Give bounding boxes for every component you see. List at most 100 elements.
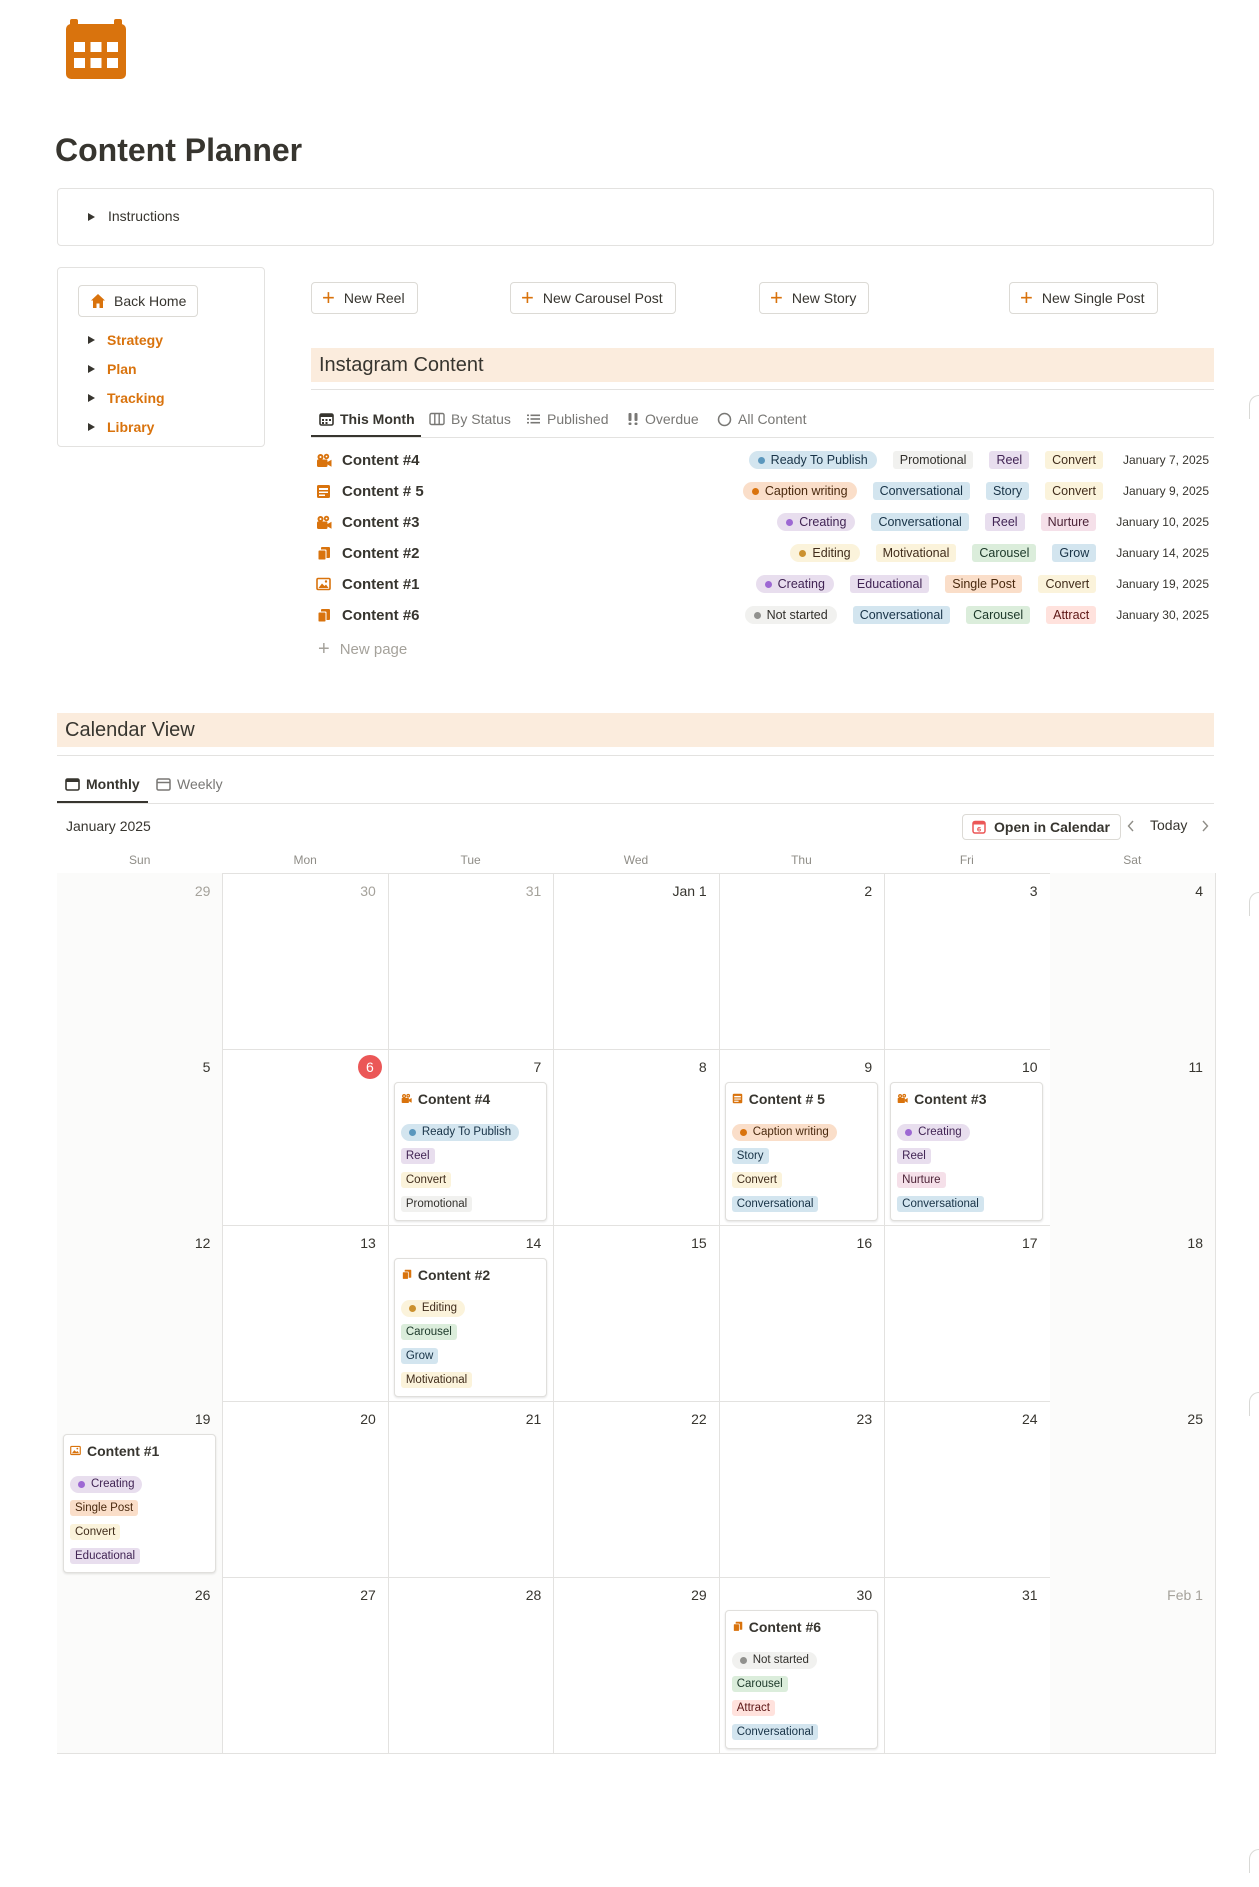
today-button[interactable]: Today (1150, 817, 1187, 833)
calendar-day-cell[interactable]: 14 Content #2 Editing Carousel Grow Motivatio… (387, 1225, 555, 1402)
story-icon (732, 1091, 749, 1107)
tab-by-status[interactable]: By Status (429, 409, 511, 429)
tag-chip: Single Post (945, 575, 1023, 593)
instructions-toggle[interactable]: Instructions (57, 188, 1214, 246)
open-in-calendar-button[interactable]: 6 Open in Calendar (962, 814, 1121, 840)
calendar-day-cell[interactable]: 22 (553, 1401, 720, 1578)
calendar-day-cell[interactable]: 31 (884, 1577, 1051, 1754)
calendar-day-cell[interactable]: Jan 1 (553, 873, 720, 1050)
tab-published[interactable]: Published (526, 409, 609, 429)
event-card[interactable]: Content # 5 Caption writing Story Convert Co… (724, 1082, 878, 1221)
new-reel-button[interactable]: + New Reel (311, 282, 418, 314)
event-tag-line: Promotional (400, 1192, 540, 1216)
status-dot (757, 456, 765, 464)
calendar-day-cell[interactable]: 7 Content #4 Ready To Publish Reel Convert Pr… (387, 1049, 555, 1226)
page-icon-calendar[interactable] (64, 18, 128, 80)
calendar-day-cell[interactable]: 5 (57, 1049, 224, 1226)
table-row[interactable]: Content #4 Ready To Publish Promotional Ree… (316, 446, 1209, 476)
prev-month-button[interactable] (1124, 817, 1138, 835)
calendar-day-cell[interactable]: 30 (222, 873, 389, 1050)
event-card[interactable]: Content #1 Creating Single Post Convert Educ… (63, 1434, 216, 1573)
divider (311, 389, 1214, 390)
tab-weekly[interactable]: Weekly (156, 774, 223, 794)
status-dot (905, 1128, 913, 1136)
calendar-day-cell[interactable]: 24 (884, 1401, 1051, 1578)
calendar-day-cell[interactable]: 4 (1049, 873, 1216, 1050)
day-number: 7 (533, 1059, 542, 1075)
table-row[interactable]: Content #2 Editing Motivational Carousel Gro… (316, 539, 1209, 569)
calendar-day-cell[interactable]: 26 (57, 1577, 224, 1754)
calendar-day-cell[interactable]: 6 (222, 1049, 389, 1226)
calendar-day-cell[interactable]: 31 (387, 873, 555, 1050)
content-name: Content #6 (342, 607, 420, 624)
event-tag-line: Convert (400, 1168, 540, 1192)
tab-overdue[interactable]: Overdue (627, 409, 699, 429)
tag-chip: Carousel (731, 1676, 788, 1692)
tag-chip: Educational (849, 575, 930, 593)
table-row[interactable]: Content # 5 Caption writing Conversational… (316, 477, 1209, 507)
table-row[interactable]: Content #3 Creating Conversational Reel Nurt… (316, 508, 1209, 538)
row-properties: Creating Educational Single Post Convert Jan… (755, 575, 1209, 593)
sidebar-item-strategy[interactable]: Strategy (88, 332, 163, 348)
event-card[interactable]: Content #2 Editing Carousel Grow Motivationa… (393, 1258, 547, 1397)
calendar-day-cell[interactable]: 18 (1049, 1225, 1216, 1402)
day-number: Jan 1 (672, 883, 707, 899)
status-badge: Creating (755, 575, 834, 593)
calendar-day-cell[interactable]: 3 (884, 873, 1051, 1050)
sidebar-item-plan[interactable]: Plan (88, 361, 137, 377)
calendar-day-cell[interactable]: 19 Content #1 Creating Single Post Convert Ed… (57, 1401, 224, 1578)
back-home-button[interactable]: Back Home (78, 285, 198, 317)
calendar-day-cell[interactable]: 12 (57, 1225, 224, 1402)
calendar-day-cell[interactable]: 2 (718, 873, 886, 1050)
tab-monthly[interactable]: Monthly (65, 774, 140, 794)
new-carousel-post-button[interactable]: + New Carousel Post (510, 282, 676, 314)
calendar-day-cell[interactable]: 29 (57, 873, 224, 1050)
calendar-day-cell[interactable]: 20 (222, 1401, 389, 1578)
calendar-day-cell[interactable]: 29 (553, 1577, 720, 1754)
calendar-day-cell[interactable]: 9 Content # 5 Caption writing Story Convert C… (718, 1049, 886, 1226)
calendar-day-cell[interactable]: 8 (553, 1049, 720, 1226)
sidebar-item-library[interactable]: Library (88, 419, 154, 435)
divider (57, 755, 1214, 756)
calendar-day-cell[interactable]: 30 Content #6 Not started Carousel Attract Co… (718, 1577, 886, 1754)
plus-icon: + (1020, 285, 1033, 310)
calendar-day-cell[interactable]: 13 (222, 1225, 389, 1402)
table-row[interactable]: Content #6 Not started Conversational Carou… (316, 601, 1209, 631)
tab-this-month[interactable]: This Month (319, 409, 415, 429)
event-card[interactable]: Content #6 Not started Carousel Attract Conv… (724, 1610, 878, 1749)
sidebar-nav: Back Home Strategy Plan Tracking Library (57, 267, 265, 447)
tab-label: This Month (340, 411, 415, 427)
chevron-right-icon (1202, 820, 1209, 832)
event-status-line: Editing (400, 1296, 540, 1320)
event-tag-line: Convert (731, 1168, 871, 1192)
table-row[interactable]: Content #1 Creating Educational Single Post… (316, 570, 1209, 600)
calendar-day-cell[interactable]: 10 Content #3 Creating Reel Nurture Conversat… (884, 1049, 1051, 1226)
calendar-day-cell[interactable]: 17 (884, 1225, 1051, 1402)
new-story-button[interactable]: + New Story (759, 282, 870, 314)
calendar-day-cell[interactable]: 21 (387, 1401, 555, 1578)
row-properties: Editing Motivational Carousel Grow January 1… (790, 544, 1209, 562)
sidebar-item-tracking[interactable]: Tracking (88, 390, 165, 406)
calendar-day-cell[interactable]: 15 (553, 1225, 720, 1402)
next-month-button[interactable] (1198, 817, 1212, 835)
day-number: 22 (691, 1411, 707, 1427)
day-number: 19 (194, 1411, 211, 1427)
calendar-day-cell[interactable]: 27 (222, 1577, 389, 1754)
new-single-post-button[interactable]: + New Single Post (1009, 282, 1158, 314)
tab-all-content[interactable]: All Content (717, 409, 806, 429)
event-tag-line: Attract (731, 1696, 871, 1720)
calendar-day-cell[interactable]: 11 (1049, 1049, 1216, 1226)
calendar-day-cell[interactable]: 23 (718, 1401, 886, 1578)
event-card[interactable]: Content #4 Ready To Publish Reel Convert Pro… (393, 1082, 547, 1221)
event-card[interactable]: Content #3 Creating Reel Nurture Conversatio… (890, 1082, 1044, 1221)
content-name: Content #3 (342, 514, 420, 531)
tag-chip: Convert (1045, 451, 1103, 469)
new-page-button[interactable]: + New page (318, 638, 407, 661)
calendar-day-cell[interactable]: 28 (387, 1577, 555, 1754)
event-title: Content #3 (897, 1091, 1036, 1107)
status-badge: Not started (744, 606, 837, 624)
calendar-day-cell[interactable]: 25 (1049, 1401, 1216, 1578)
calendar-day-cell[interactable]: 16 (718, 1225, 886, 1402)
day-number: 13 (360, 1235, 376, 1251)
calendar-day-cell[interactable]: Feb 1 (1049, 1577, 1216, 1754)
